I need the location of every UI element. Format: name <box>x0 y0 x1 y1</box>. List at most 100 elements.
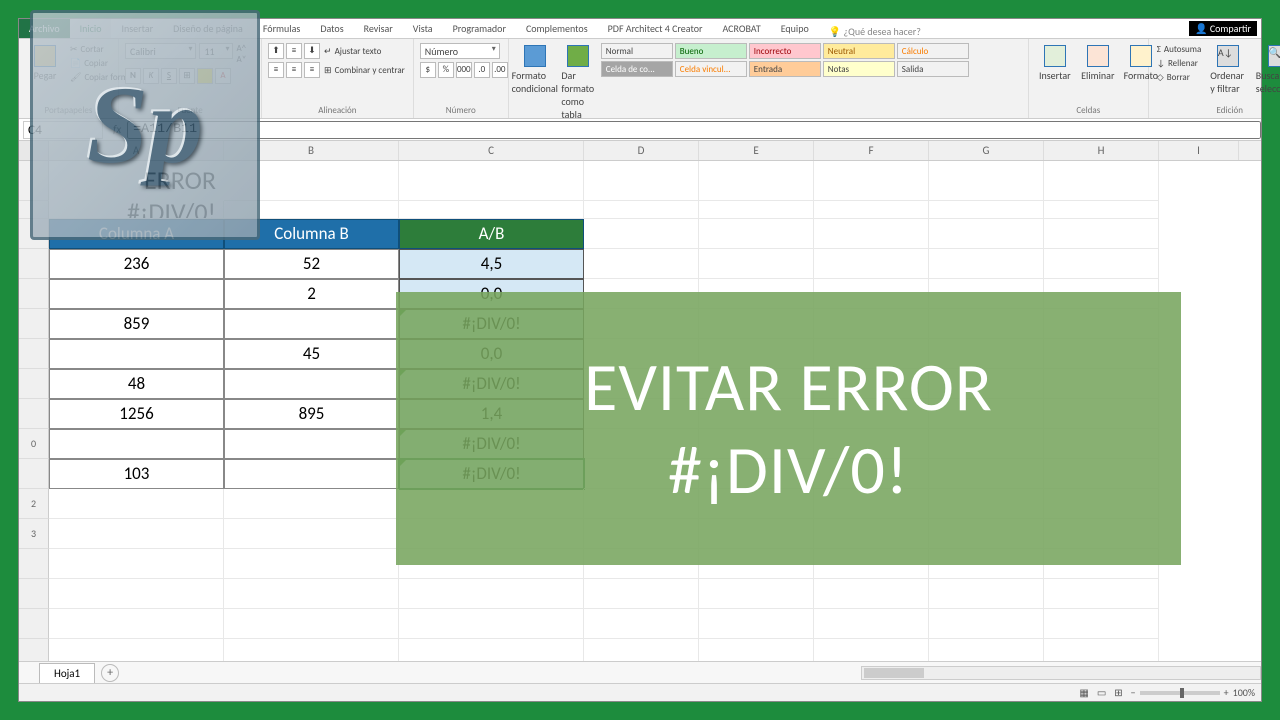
col-header-i[interactable]: I <box>1159 141 1239 160</box>
col-header-a[interactable]: A <box>49 141 224 160</box>
merge-center-button[interactable]: ⊞ Combinar y centrar <box>322 62 407 78</box>
cell-c4[interactable]: 4,5 <box>399 249 584 279</box>
border-button[interactable]: ⊞ <box>179 68 195 84</box>
paste-button[interactable]: Pegar <box>25 43 65 84</box>
cell-b9[interactable]: 895 <box>224 399 399 429</box>
cell-a8[interactable]: 48 <box>49 369 224 399</box>
percent-button[interactable]: % <box>438 62 454 78</box>
name-box[interactable] <box>23 121 103 139</box>
col-header-h[interactable]: H <box>1044 141 1159 160</box>
align-right[interactable]: ≡ <box>304 62 320 78</box>
number-format-dropdown[interactable]: Número <box>420 43 500 59</box>
bold-button[interactable]: N <box>125 68 141 84</box>
cell-c1[interactable] <box>399 161 584 201</box>
font-color-button[interactable]: A <box>215 68 231 84</box>
align-middle[interactable]: ≡ <box>286 43 302 59</box>
cell-b10[interactable] <box>224 429 399 459</box>
find-select-button[interactable]: 🔍Buscar y seleccionar <box>1253 43 1280 97</box>
fx-icon[interactable]: fx <box>107 123 127 136</box>
cell-b7[interactable]: 45 <box>224 339 399 369</box>
style-notas[interactable]: Notas <box>823 61 895 77</box>
format-as-table-button[interactable]: Dar formato como tabla <box>558 43 598 123</box>
cell-c8[interactable]: #¡DIV/0! <box>399 369 584 399</box>
cell-a5[interactable] <box>49 279 224 309</box>
zoom-control[interactable]: − + 100% <box>1131 686 1255 699</box>
style-entrada[interactable]: Entrada <box>749 61 821 77</box>
view-break-icon[interactable]: ⊞ <box>1114 686 1122 699</box>
clear-button[interactable]: ◇ Borrar <box>1155 71 1204 84</box>
spreadsheet-grid[interactable]: ERROR #¡DIV/0! Columna A Columna B A/B 2… <box>19 161 1261 661</box>
cell-a10[interactable] <box>49 429 224 459</box>
cell-c11[interactable]: #¡DIV/0! <box>399 459 584 489</box>
increase-decimal[interactable]: .00 <box>492 62 508 78</box>
cell-styles-gallery[interactable]: Normal Bueno Incorrecto Neutral Cálculo … <box>601 43 1043 77</box>
style-neutral[interactable]: Neutral <box>823 43 895 59</box>
align-bottom[interactable]: ⬇ <box>304 43 320 59</box>
col-header-f[interactable]: F <box>814 141 929 160</box>
fill-button[interactable]: ↓ Rellenar <box>1155 57 1204 70</box>
col-header-g[interactable]: G <box>929 141 1044 160</box>
currency-button[interactable]: $ <box>420 62 436 78</box>
style-incorrecto[interactable]: Incorrecto <box>749 43 821 59</box>
cell-a9[interactable]: 1256 <box>49 399 224 429</box>
tab-file[interactable]: Archivo <box>19 19 70 38</box>
wrap-text-button[interactable]: ↵ Ajustar texto <box>322 43 383 59</box>
add-sheet-button[interactable]: + <box>101 664 119 682</box>
delete-cells-button[interactable]: Eliminar <box>1078 43 1118 84</box>
cell-c10[interactable]: #¡DIV/0! <box>399 429 584 459</box>
col-header-c[interactable]: C <box>399 141 584 160</box>
tab-home[interactable]: Inicio <box>70 19 112 38</box>
cell-b11[interactable] <box>224 459 399 489</box>
autosum-button[interactable]: Σ Autosuma <box>1155 43 1204 56</box>
cell-a4[interactable]: 236 <box>49 249 224 279</box>
sheet-tab-1[interactable]: Hoja1 <box>39 663 95 683</box>
style-celda-vincul[interactable]: Celda vincul... <box>675 61 747 77</box>
table-header-a[interactable]: Columna A <box>49 219 224 249</box>
fill-color-button[interactable] <box>197 68 213 84</box>
cell-c5[interactable]: 0,0 <box>399 279 584 309</box>
cell-a11[interactable]: 103 <box>49 459 224 489</box>
decrease-decimal[interactable]: .0 <box>474 62 490 78</box>
italic-button[interactable]: K <box>143 68 159 84</box>
table-header-c[interactable]: A/B <box>399 219 584 249</box>
view-normal-icon[interactable]: ▦ <box>1079 686 1088 699</box>
cell-b8[interactable] <box>224 369 399 399</box>
row-header-1[interactable] <box>19 161 49 201</box>
share-button[interactable]: 👤 Compartir <box>1189 21 1257 36</box>
cell-b1[interactable] <box>224 161 399 201</box>
cell-b4[interactable]: 52 <box>224 249 399 279</box>
tab-acrobat[interactable]: ACROBAT <box>712 19 770 38</box>
tab-pdf[interactable]: PDF Architect 4 Creator <box>598 19 713 38</box>
table-header-b[interactable]: Columna B <box>224 219 399 249</box>
cell-b6[interactable] <box>224 309 399 339</box>
row-header-2[interactable] <box>19 201 49 219</box>
tell-me[interactable]: 💡 ¿Qué desea hacer? <box>829 25 921 38</box>
tab-formulas[interactable]: Fórmulas <box>253 19 310 38</box>
tab-data[interactable]: Datos <box>310 19 353 38</box>
underline-button[interactable]: S <box>161 68 177 84</box>
cell-c9[interactable]: 1,4 <box>399 399 584 429</box>
style-bueno[interactable]: Bueno <box>675 43 747 59</box>
tab-addins[interactable]: Complementos <box>516 19 598 38</box>
cell-b5[interactable]: 2 <box>224 279 399 309</box>
style-normal[interactable]: Normal <box>601 43 673 59</box>
horizontal-scrollbar[interactable] <box>861 666 1261 680</box>
font-size-dropdown[interactable]: 11 <box>199 43 233 59</box>
view-page-icon[interactable]: ▭ <box>1097 686 1106 699</box>
cell-c6[interactable]: #¡DIV/0! <box>399 309 584 339</box>
tab-team[interactable]: Equipo <box>771 19 819 38</box>
insert-cells-button[interactable]: Insertar <box>1035 43 1075 84</box>
col-header-b[interactable]: B <box>224 141 399 160</box>
cell-a7[interactable] <box>49 339 224 369</box>
tab-layout[interactable]: Diseño de página <box>163 19 253 38</box>
cell-c7[interactable]: 0,0 <box>399 339 584 369</box>
tab-insert[interactable]: Insertar <box>111 19 163 38</box>
formula-input[interactable] <box>127 121 1261 139</box>
tab-developer[interactable]: Programador <box>443 19 516 38</box>
style-celda-comprob[interactable]: Celda de co... <box>601 61 673 77</box>
tab-review[interactable]: Revisar <box>354 19 403 38</box>
conditional-format-button[interactable]: Formato condicional <box>515 43 555 97</box>
cell-a6[interactable]: 859 <box>49 309 224 339</box>
cell-a1[interactable]: ERROR #¡DIV/0! <box>49 161 224 201</box>
row-header-3[interactable] <box>19 219 49 249</box>
